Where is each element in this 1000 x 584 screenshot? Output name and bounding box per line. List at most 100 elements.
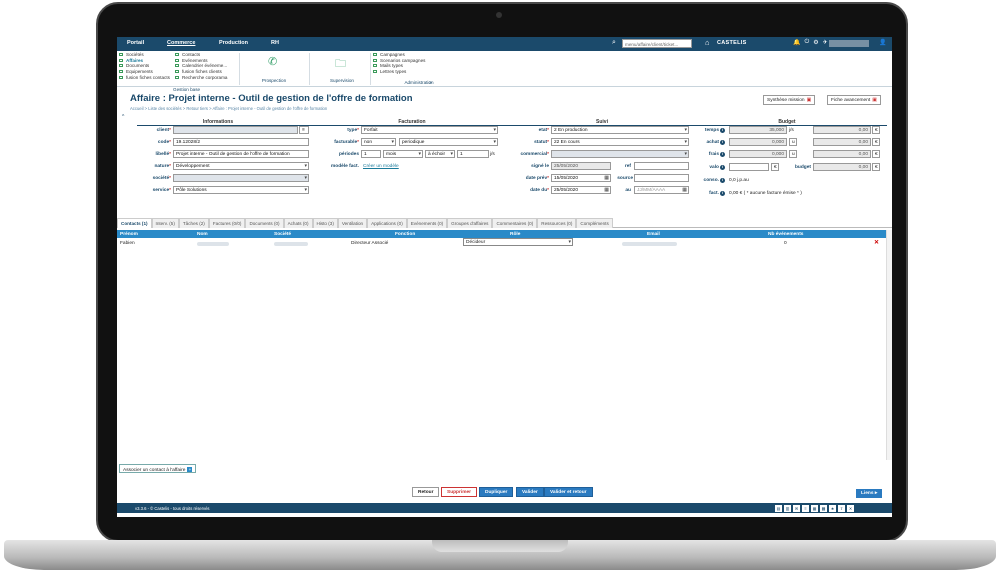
periodes-count-field[interactable]: 1	[361, 150, 381, 158]
tab-interv[interactable]: Interv. (5)	[151, 218, 179, 228]
tab-ventilation[interactable]: Ventilation	[337, 218, 368, 228]
role-select[interactable]: Décideur ▾	[463, 238, 573, 246]
service-select[interactable]: Pôle Solutions ▾	[173, 186, 309, 194]
etat-select[interactable]: 2 En production ▾	[551, 126, 689, 134]
plane-icon[interactable]: ✈	[823, 39, 828, 46]
tab-contacts[interactable]: Contacts (1)	[117, 218, 152, 228]
grid-icon[interactable]: ▩	[820, 504, 827, 512]
commercial-select[interactable]: ▾	[551, 150, 689, 158]
bell-icon[interactable]: 🔔	[793, 39, 800, 46]
client-list-button[interactable]: ≡	[299, 126, 309, 134]
code-field[interactable]: 19.12028/2	[173, 138, 309, 146]
dupliquer-button[interactable]: Dupliquer	[479, 487, 514, 497]
menu-group-supervision[interactable]: Supervision	[317, 78, 367, 83]
close-icon[interactable]: ✕	[847, 504, 854, 512]
mail-icon[interactable]: ✉	[793, 504, 800, 512]
list-icon[interactable]: ≡	[802, 504, 809, 512]
libelle-field[interactable]: Projet interne - Outil de gestion de l'o…	[173, 150, 309, 158]
contacts-table-header: Prénom Nom Société Fonction Rôle Email N…	[117, 230, 887, 238]
statut-select[interactable]: 22 En cours ▾	[551, 138, 689, 146]
type-label: type*	[347, 128, 359, 133]
print-icon[interactable]: ▤	[775, 504, 782, 512]
tab-documents[interactable]: Documents (0)	[245, 218, 284, 228]
phone-icon[interactable]: ✆	[268, 55, 277, 68]
retour-button[interactable]: Retour	[412, 487, 440, 497]
tab-applications[interactable]: Applications (0)	[367, 218, 407, 228]
nav-tab-production[interactable]: Production	[219, 40, 248, 46]
tab-complements[interactable]: Compléments	[576, 218, 613, 228]
chevron-right-icon[interactable]: »	[429, 80, 432, 86]
menu-item-corporama[interactable]: Recherche corporama	[175, 74, 227, 80]
col-nb-evenements[interactable]: Nb événements	[768, 232, 803, 237]
col-societe[interactable]: Société	[274, 232, 291, 237]
chart-icon[interactable]: ▦	[811, 504, 818, 512]
au-field[interactable]: JJ/MM/AAAA ▦	[634, 186, 689, 194]
chevron-down-icon: ▾	[418, 151, 421, 157]
facturable-period-select[interactable]: periodique ▾	[399, 138, 498, 146]
col-fonction[interactable]: Fonction	[395, 232, 415, 237]
tab-commentaires[interactable]: Commentaires (0)	[492, 218, 538, 228]
brand-name: CASTELIS	[717, 40, 747, 46]
menu-item-fusion-clients[interactable]: fusion fiches clients	[175, 69, 227, 75]
tab-evenements[interactable]: Evénements (0)	[406, 218, 448, 228]
tab-factures[interactable]: Factures (0/0)	[208, 218, 246, 228]
contact-icon	[175, 53, 179, 57]
periodes-jours-field[interactable]: 1	[457, 150, 489, 158]
export-icon[interactable]: ▥	[784, 504, 791, 512]
associate-contact-button[interactable]: Associer un contact à l'affaire +	[119, 464, 197, 473]
nav-tab-commerce[interactable]: Commerce	[167, 40, 195, 46]
synthese-mission-button[interactable]: Synthèse mission ▣	[763, 95, 816, 105]
supprimer-button[interactable]: Supprimer	[441, 487, 477, 497]
menu-group-administration[interactable]: Administration	[389, 80, 449, 85]
col-role[interactable]: Rôle	[510, 232, 520, 237]
detail-tabs: Contacts (1) Interv. (5) Tâches (2) Fact…	[117, 218, 892, 228]
col-nom[interactable]: Nom	[197, 232, 208, 237]
source-field[interactable]	[634, 174, 689, 182]
star-icon[interactable]: ★	[829, 504, 836, 512]
home-icon[interactable]: ⌂	[705, 38, 710, 47]
client-field[interactable]	[173, 126, 298, 134]
col-email[interactable]: Email	[647, 232, 660, 237]
facturable-select[interactable]: non ▾	[361, 138, 396, 146]
tab-taches[interactable]: Tâches (2)	[178, 218, 209, 228]
building-icon	[119, 53, 123, 57]
tab-groupes[interactable]: Groupes d'affaires	[447, 218, 493, 228]
periodes-unit-select[interactable]: mois ▾	[383, 150, 423, 158]
tab-achats[interactable]: Achats (0)	[283, 218, 313, 228]
menu-item-fusion-contacts[interactable]: fusion fiches contacts	[119, 74, 170, 80]
table-scrollbar[interactable]	[886, 230, 892, 460]
search-input[interactable]: menu/affaire/client/ticket...	[622, 39, 692, 48]
societe-select[interactable]: ▾	[173, 174, 309, 182]
menu-item-calendrier[interactable]: Calendrier événeme...	[175, 63, 227, 69]
tab-ressources[interactable]: Ressources (0)	[537, 218, 577, 228]
collapse-up-icon[interactable]: ^	[122, 114, 124, 120]
info-icon: i	[720, 140, 725, 145]
date-prev-field[interactable]: 15/05/2020 ▦	[551, 174, 611, 182]
create-modele-link[interactable]: Créer un modèle	[363, 164, 399, 169]
tab-histo[interactable]: Histo (3)	[312, 218, 338, 228]
periodes-mode-select[interactable]: à échoir ▾	[425, 150, 455, 158]
nav-tab-portail[interactable]: Portail	[127, 40, 144, 46]
gear-icon[interactable]: ⚙	[813, 39, 818, 46]
breadcrumb[interactable]: Accueil > Liste des sociétés > Retour ti…	[130, 106, 327, 111]
folder-icon[interactable]: 🗀	[335, 55, 346, 74]
search-icon[interactable]: ⌕	[612, 39, 616, 47]
valider-retour-button[interactable]: Valider et retour	[544, 487, 593, 497]
date-du-field[interactable]: 25/05/2020 ▦	[551, 186, 611, 194]
valo-field[interactable]	[729, 163, 769, 171]
power-icon[interactable]: ⏻	[804, 39, 809, 46]
share-icon[interactable]: ⇪	[838, 504, 845, 512]
nav-tab-rh[interactable]: RH	[271, 40, 279, 46]
menu-group-prospection[interactable]: Prospection	[249, 78, 299, 83]
menu-item-lettres-types[interactable]: Lettres types	[373, 69, 425, 75]
menu-item-scenarios[interactable]: Scenarios campagnes	[373, 58, 425, 64]
liens-button[interactable]: Liens ▸	[856, 489, 883, 498]
fiche-avancement-button[interactable]: Fiche avancement ▣	[827, 95, 881, 105]
user-icon[interactable]: 👤	[879, 39, 886, 46]
delete-row-icon[interactable]: ✕	[874, 239, 879, 246]
type-select[interactable]: Forfait ▾	[361, 126, 498, 134]
col-prenom[interactable]: Prénom	[120, 232, 138, 237]
nature-select[interactable]: Développement ▾	[173, 162, 309, 170]
valider-button[interactable]: Valider	[516, 487, 544, 497]
ref-field[interactable]	[634, 162, 689, 170]
